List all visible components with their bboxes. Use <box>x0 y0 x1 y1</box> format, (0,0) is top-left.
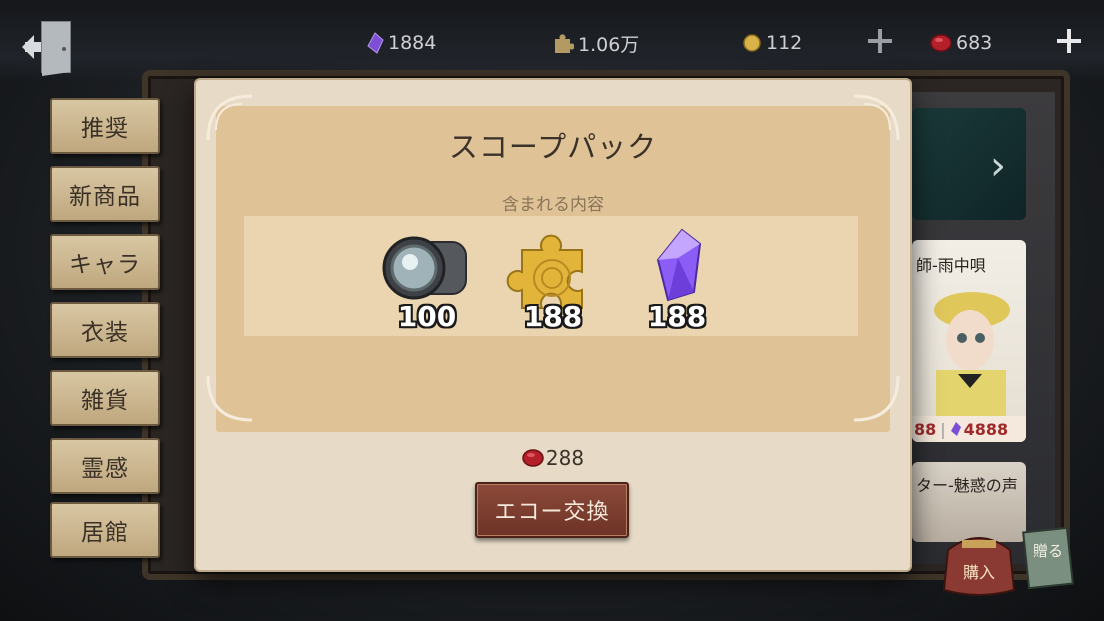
item-quantity: 188 <box>647 300 707 333</box>
gift-label: 贈る <box>1033 542 1063 560</box>
add-currency-plus-icon[interactable] <box>865 26 895 56</box>
clue-currency: 1.06万 <box>552 28 639 58</box>
crystal-amount: 1884 <box>388 32 437 54</box>
tab-characters[interactable]: キャラ <box>50 234 160 290</box>
echo-coin-amount: 112 <box>766 32 803 54</box>
tab-recommended[interactable]: 推奨 <box>50 98 160 154</box>
buy-label: 購入 <box>963 563 995 582</box>
dialog-subtitle: 含まれる内容 <box>502 195 604 215</box>
puzzle-clue-icon <box>555 34 574 53</box>
pack-item: 188 <box>498 226 608 338</box>
pack-item: 100 <box>372 226 482 338</box>
second-character-name: ター-魅惑の声 <box>916 476 1018 495</box>
gold-coin-icon <box>743 34 761 52</box>
chevron-right-icon[interactable]: › <box>990 146 1006 186</box>
crystal-currency: 1884 <box>366 28 436 58</box>
tab-inspiration[interactable]: 霊感 <box>50 438 160 494</box>
pack-detail-dialog: スコープパック 含まれる内容 100 188 188 288 エコー交換 <box>196 80 910 570</box>
tab-new-items[interactable]: 新商品 <box>50 166 160 222</box>
echo-coin-currency: 112 <box>742 28 802 58</box>
tab-costumes[interactable]: 衣装 <box>50 302 160 358</box>
purple-crystal-icon <box>367 32 384 54</box>
red-echo-icon <box>522 449 544 467</box>
ornament-corner-icon <box>853 375 900 422</box>
item-quantity: 100 <box>397 300 457 333</box>
price-amount: 288 <box>545 446 585 470</box>
featured-banner[interactable]: › <box>912 108 1026 220</box>
featured-character-card[interactable]: 師-雨中唄 88 | 4888 <box>912 240 1026 442</box>
clue-amount: 1.06万 <box>578 33 640 56</box>
purple-crystal-icon <box>950 422 961 436</box>
dialog-title: スコープパック <box>448 130 658 164</box>
gift-send-icon[interactable]: 贈る <box>1018 522 1080 592</box>
featured-price-bar: 88 | 4888 <box>912 416 1026 442</box>
pack-item: 188 <box>622 226 732 338</box>
echo-amount: 683 <box>956 32 993 54</box>
echo-currency: 683 <box>930 28 992 58</box>
featured-price-right: 4888 <box>963 419 1009 439</box>
add-echo-plus-icon[interactable] <box>1054 26 1084 56</box>
tab-residence[interactable]: 居館 <box>50 502 160 558</box>
exit-door-icon[interactable] <box>20 18 78 78</box>
red-echo-icon <box>930 34 952 52</box>
item-quantity: 188 <box>523 300 583 333</box>
featured-price-left: 88 <box>914 419 937 439</box>
character-portrait-icon <box>934 292 1010 420</box>
echo-exchange-button[interactable]: エコー交換 <box>475 482 629 538</box>
tab-goods[interactable]: 雑貨 <box>50 370 160 426</box>
pack-price: 288 <box>196 446 910 470</box>
ornament-corner-icon <box>206 375 253 422</box>
purse-buy-icon[interactable]: 購入 <box>938 520 1020 598</box>
